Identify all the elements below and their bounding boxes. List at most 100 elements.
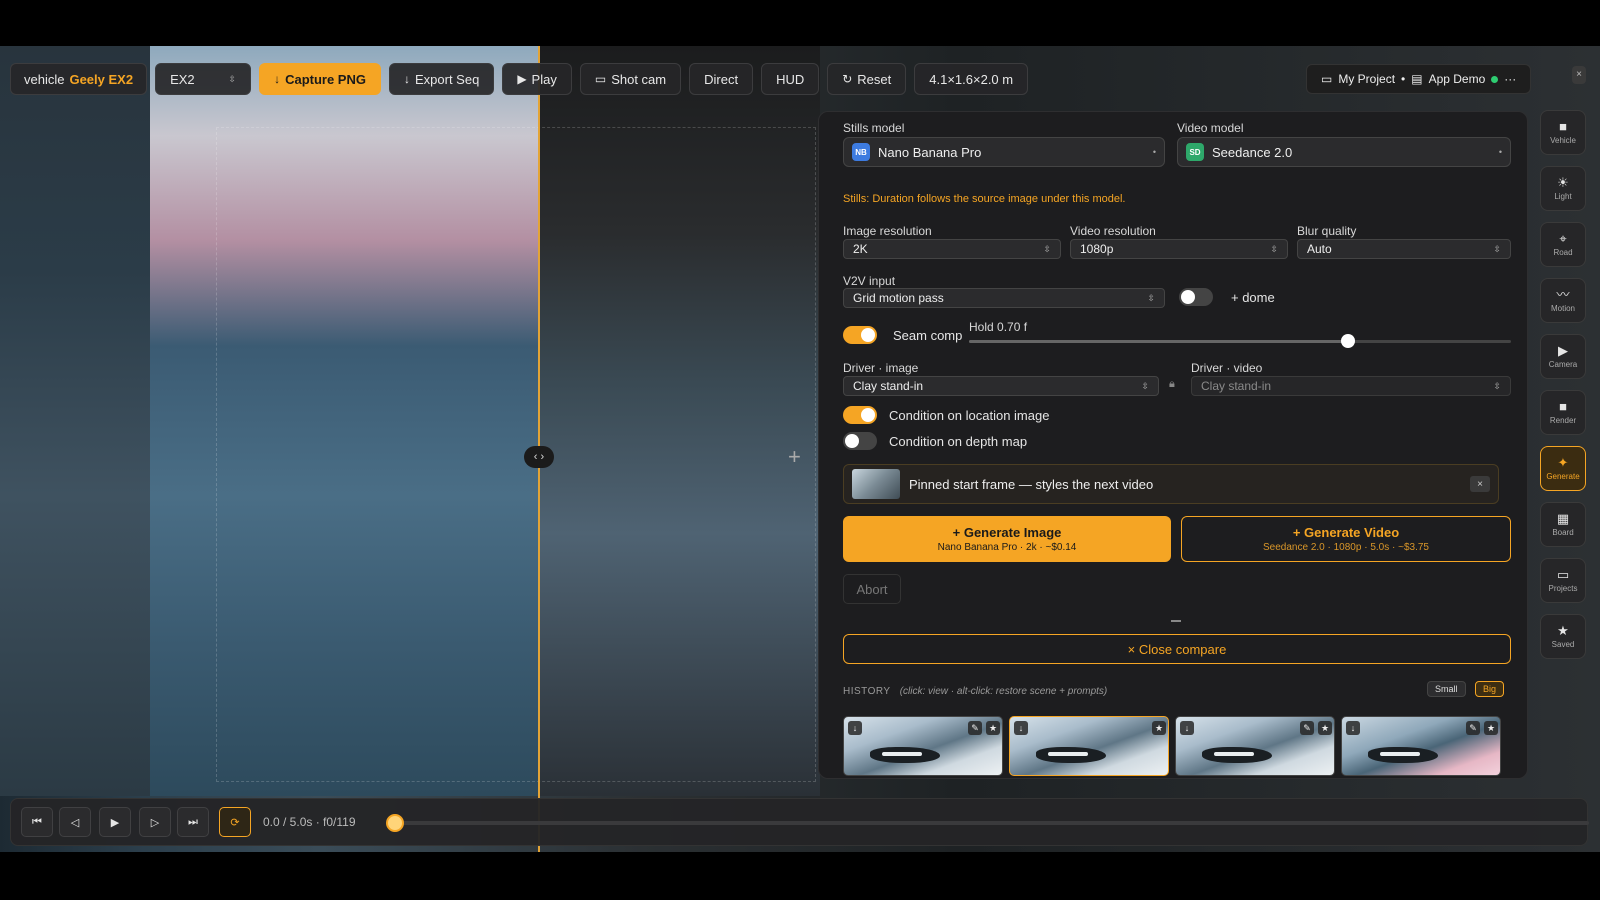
star-icon[interactable]: ★: [1152, 721, 1166, 735]
thumbnail-image: [1202, 747, 1272, 763]
condition-location-toggle[interactable]: [843, 406, 877, 424]
play-button[interactable]: ▶: [99, 807, 131, 837]
loop-icon: ⟳: [230, 816, 240, 829]
square-icon: ■: [1559, 399, 1567, 414]
playhead-knob[interactable]: [386, 814, 404, 832]
export-seq-button[interactable]: ↓ Export Seq: [388, 63, 495, 95]
rail-item-board[interactable]: ▦ Board: [1540, 502, 1586, 547]
close-compare-button[interactable]: × Close compare: [843, 634, 1511, 664]
history-label: HISTORY: [843, 686, 891, 697]
history-thumbnail[interactable]: ↓ ★: [1009, 716, 1169, 776]
size-small-button[interactable]: Small: [1427, 681, 1466, 697]
timeline-scrubber[interactable]: [386, 814, 1589, 832]
skip-to-end-button[interactable]: ⏭: [177, 807, 209, 837]
compare-handle[interactable]: ‹ ›: [524, 446, 554, 468]
dropdown-dot-icon: •: [1498, 147, 1502, 157]
rail-item-camera[interactable]: ▶ Camera: [1540, 334, 1586, 379]
driver-video-label: Driver · video: [1191, 361, 1263, 375]
video-model-label: Video model: [1177, 121, 1244, 135]
hold-slider-knob[interactable]: [1341, 334, 1356, 348]
history-thumbnail[interactable]: ↓ ✎ ★: [843, 716, 1003, 776]
edit-icon[interactable]: ✎: [1300, 721, 1314, 735]
vehicle-select[interactable]: EX2 ⇳: [155, 63, 252, 95]
film-icon: ▦: [1556, 511, 1570, 526]
rail-item-generate[interactable]: ✦ Generate: [1540, 446, 1586, 491]
play-button[interactable]: ▶ Play: [502, 63, 572, 95]
stills-model-select[interactable]: NB Nano Banana Pro •: [843, 137, 1165, 167]
star-icon[interactable]: ★: [1484, 721, 1498, 735]
edit-icon[interactable]: ✎: [968, 721, 982, 735]
generate-image-button[interactable]: + Generate Image Nano Banana Pro · 2k · …: [843, 516, 1171, 562]
shot-cam-button[interactable]: ▭ Shot cam: [579, 63, 682, 95]
thumbnail-image: [1368, 747, 1438, 763]
generate-video-button[interactable]: + Generate Video Seedance 2.0 · 1080p · …: [1181, 516, 1511, 562]
stills-model-label: Stills model: [843, 121, 905, 135]
seam-comp-label: Seam comp: [893, 328, 963, 343]
edit-icon[interactable]: ✎: [1466, 721, 1480, 735]
download-icon[interactable]: ↓: [1346, 721, 1360, 735]
rail-item-light[interactable]: ☀ Light: [1540, 166, 1586, 211]
toggle-knob: [845, 434, 859, 448]
dome-label: + dome: [1231, 290, 1275, 305]
size-big-button[interactable]: Big: [1475, 681, 1505, 697]
driver-image-select[interactable]: Clay stand-in ⇳: [843, 376, 1159, 396]
rail-item-motion[interactable]: 〰 Motion: [1540, 278, 1586, 323]
capture-png-label: Capture PNG: [285, 71, 366, 87]
skip-to-start-button[interactable]: ⏮: [21, 807, 53, 837]
video-resolution-value: 1080p: [1080, 242, 1114, 256]
frame-guide: [216, 127, 816, 782]
dimensions-text: 4.1×1.6×2.0 m: [929, 71, 1014, 87]
app-icon: ▤: [1411, 72, 1423, 86]
rail-item-label: Generate: [1546, 472, 1580, 481]
rail-item-vehicle[interactable]: ■ Vehicle: [1540, 110, 1586, 155]
close-icon[interactable]: ×: [1572, 66, 1586, 84]
condition-depth-label: Condition on depth map: [889, 434, 1028, 449]
download-icon[interactable]: ↓: [1180, 721, 1194, 735]
image-resolution-value: 2K: [853, 242, 868, 256]
close-icon[interactable]: ×: [1470, 476, 1490, 492]
vehicle-chip[interactable]: vehicle Geely EX2: [10, 63, 148, 95]
lock-icon[interactable]: 🔒︎: [1169, 378, 1175, 391]
history-thumbnail[interactable]: ↓ ✎ ★: [1175, 716, 1335, 776]
vehicle-prefix: vehicle: [24, 71, 65, 87]
blur-quality-select[interactable]: Auto ⇳: [1297, 239, 1511, 259]
video-resolution-select[interactable]: 1080p ⇳: [1070, 239, 1288, 259]
dome-toggle[interactable]: [1179, 288, 1213, 306]
play-icon: ▶: [110, 816, 120, 829]
direct-button[interactable]: Direct: [689, 63, 754, 95]
seam-comp-toggle[interactable]: [843, 326, 877, 344]
download-icon[interactable]: ↓: [848, 721, 862, 735]
viewport-left-edge: [0, 46, 150, 796]
time-readout: 0.0 / 5.0s · f0/119: [263, 815, 356, 829]
driver-video-select[interactable]: Clay stand-in ⇳: [1191, 376, 1511, 396]
download-icon[interactable]: ↓: [1014, 721, 1028, 735]
reset-label: Reset: [857, 71, 892, 87]
star-icon[interactable]: ★: [1318, 721, 1332, 735]
history-thumbnail[interactable]: ↓ ✎ ★: [1341, 716, 1501, 776]
star-icon[interactable]: ★: [986, 721, 1000, 735]
project-chip[interactable]: ▭ My Project • ▤ App Demo ···: [1306, 64, 1532, 94]
rail-item-render[interactable]: ■ Render: [1540, 390, 1586, 435]
stills-model-badge: NB: [852, 143, 870, 161]
video-resolution-label: Video resolution: [1070, 224, 1156, 238]
rail-item-label: Saved: [1551, 640, 1575, 649]
video-model-select[interactable]: SD Seedance 2.0 •: [1177, 137, 1511, 167]
more-icon[interactable]: ···: [1504, 72, 1516, 86]
step-forward-button[interactable]: ▷: [139, 807, 171, 837]
loop-button[interactable]: ⟳: [219, 807, 251, 837]
step-back-button[interactable]: ◁: [59, 807, 91, 837]
condition-depth-toggle[interactable]: [843, 432, 877, 450]
rail-item-saved[interactable]: ★ Saved: [1540, 614, 1586, 659]
hud-button[interactable]: HUD: [761, 63, 820, 95]
hold-slider[interactable]: [969, 334, 1511, 348]
rail-item-road[interactable]: ⌖ Road: [1540, 222, 1586, 267]
pinned-start-frame[interactable]: Pinned start frame — styles the next vid…: [843, 464, 1499, 504]
rail-item-projects[interactable]: ▭ Projects: [1540, 558, 1586, 603]
capture-png-button[interactable]: ↓ Capture PNG: [259, 63, 381, 95]
image-resolution-select[interactable]: 2K ⇳: [843, 239, 1061, 259]
toggle-knob: [861, 328, 875, 342]
v2v-input-select[interactable]: Grid motion pass ⇳: [843, 288, 1165, 308]
download-icon: ↓: [403, 72, 410, 86]
abort-button[interactable]: Abort: [843, 574, 901, 604]
reset-button[interactable]: ↻ Reset: [827, 63, 907, 95]
